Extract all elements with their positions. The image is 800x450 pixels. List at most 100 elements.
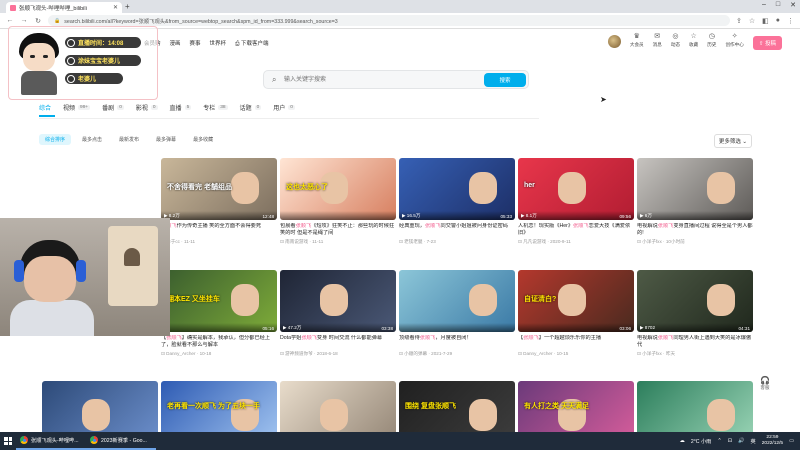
- video-card[interactable]: ▶ 16.5万 05:33 经典重现，张顺飞同交警小姐姐被问身份证密码 ⊡ 老镁老腿 …: [399, 158, 515, 245]
- tab-movie[interactable]: 影视 0: [136, 103, 158, 112]
- upload-button[interactable]: ⇧ 投稿: [752, 36, 782, 50]
- nav-creator-label: 创作中心: [725, 42, 744, 47]
- video-title[interactable]: 电视解说张顺飞变身直播间过程 说得全是个男人都的!: [637, 223, 753, 237]
- video-card[interactable]: 翻本EZ 又坐挂车 05:16 【张顺飞】确实是解本，我承认，但分都已经上了，脸就看…: [161, 270, 277, 357]
- weather-icon[interactable]: ☁: [680, 438, 685, 444]
- video-card[interactable]: ▶ 6万电视解说张顺飞变身直播间过程 说得全是个男人都的! ⊡ 小洋子fxx · …: [637, 158, 753, 245]
- video-title[interactable]: 顶级看待张顺飞，月度被自闭！: [399, 335, 515, 349]
- new-tab-icon[interactable]: +: [125, 2, 130, 11]
- bookmark-star-icon[interactable]: ☆: [749, 17, 755, 25]
- sort-most-danmaku[interactable]: 最多弹幕: [150, 134, 182, 145]
- customer-service-button[interactable]: 🎧 客服: [760, 376, 770, 391]
- video-author[interactable]: ⊡ 亦于cc · 11-11: [161, 239, 277, 245]
- sort-newest[interactable]: 最新发布: [113, 134, 145, 145]
- video-author[interactable]: ⊡ 小洋子fxx · 昨天: [637, 351, 753, 357]
- video-author[interactable]: ⊡ 老镁老腿 · 7-23: [399, 239, 515, 245]
- notification-icon[interactable]: ▭: [789, 438, 794, 444]
- menu-icon[interactable]: ⋮: [787, 17, 794, 25]
- sort-default[interactable]: 综合排序: [39, 134, 72, 145]
- video-thumbnail[interactable]: ▶ 8702 04:31: [637, 270, 753, 332]
- avatar[interactable]: [607, 35, 621, 48]
- maximize-icon[interactable]: □: [776, 1, 780, 9]
- video-thumbnail[interactable]: 这也太恶心了: [280, 158, 396, 220]
- video-card[interactable]: 顶级看待张顺飞，月度被自闭！ ⊡ 小顺的弹幕 · 2021-7-29: [399, 270, 515, 357]
- tab-bangumi[interactable]: 番剧 0: [102, 103, 124, 112]
- video-title[interactable]: 电视解说张顺飞同理男人街上遇到大笑的是冰爆傲代: [637, 335, 753, 349]
- video-thumbnail[interactable]: ▶ 16.5万 05:33: [399, 158, 515, 220]
- nav-item-worldcup[interactable]: 世界杯: [210, 39, 227, 48]
- input-language[interactable]: 英: [751, 438, 756, 445]
- close-tab-icon[interactable]: ✕: [113, 4, 118, 11]
- video-title[interactable]: 【张顺飞】确实是解本，我承认，但分都已经上了，脸就看不那么与解本: [161, 335, 277, 349]
- forward-icon[interactable]: →: [20, 17, 28, 24]
- video-title[interactable]: 张顺飞作为传奇主播 笑的全方面不会得要死: [161, 223, 277, 237]
- video-thumbnail[interactable]: [399, 270, 515, 332]
- video-title[interactable]: 包晨看张顺飞《短攻》狂笑不止：那些玩的时候狂笑的时 但是不是绳了间: [280, 223, 396, 237]
- lock-icon[interactable]: 🔒: [54, 18, 60, 24]
- nav-messages[interactable]: ✉ 消息: [653, 33, 662, 48]
- nav-creator[interactable]: ✧ 创作中心: [725, 33, 743, 48]
- video-thumbnail[interactable]: 翻本EZ 又坐挂车 05:16: [161, 270, 277, 332]
- video-thumbnail[interactable]: her ▶ 8.1万 09:56: [518, 158, 634, 220]
- reload-icon[interactable]: ↻: [34, 17, 42, 25]
- extensions-icon[interactable]: ◧: [762, 17, 769, 25]
- video-card[interactable]: her ▶ 8.1万 09:56 人机恋！现实版《Her》张顺飞恋爱大技《满爱依旧》 ⊡…: [518, 158, 634, 245]
- tab-article[interactable]: 专栏 38: [203, 103, 228, 112]
- video-thumbnail[interactable]: 自证清白? 03:06: [518, 270, 634, 332]
- nav-history[interactable]: ◷ 历史: [707, 33, 716, 48]
- video-thumbnail[interactable]: ▶ 6万: [637, 158, 753, 220]
- sort-most-favorites[interactable]: 最多收藏: [187, 134, 219, 145]
- share-icon[interactable]: ⇪: [736, 17, 742, 25]
- close-window-icon[interactable]: ✕: [790, 1, 796, 9]
- video-title[interactable]: 经典重现，张顺飞同交警小姐姐被问身份证密码: [399, 223, 515, 237]
- tray-chevron-icon[interactable]: ⌃: [717, 438, 721, 444]
- volume-icon[interactable]: 🔊: [738, 438, 744, 444]
- tab-video[interactable]: 视频 99+: [63, 103, 91, 112]
- browser-tab[interactable]: 张顺飞观头-哔哩哔哩_bilibili ✕: [6, 2, 122, 13]
- video-title[interactable]: Dota学姐张顺飞变身 时间交流 什么都能弹幕: [280, 335, 396, 349]
- taskbar-app-chrome-1[interactable]: 张顺飞观头-哔哩哔...: [16, 432, 86, 450]
- nav-item-manga[interactable]: 漫画: [170, 39, 181, 48]
- video-card[interactable]: ▶ 8702 04:31 电视解说张顺飞同理男人街上遇到大笑的是冰爆傲代 ⊡ 小洋子f…: [637, 270, 753, 357]
- taskbar-app-chrome-2[interactable]: 2023新赛季 - Goo...: [86, 432, 156, 450]
- tab-all[interactable]: 综合: [39, 103, 51, 112]
- nav-item-events[interactable]: 赛事: [190, 39, 201, 48]
- video-author[interactable]: ⊡ 小顺的弹幕 · 2021-7-29: [399, 351, 515, 357]
- video-author[interactable]: ⊡ 凡凡说游戏 · 2020-9-11: [518, 239, 634, 245]
- video-card[interactable]: ▶ 47.2万 03:38 Dota学姐张顺飞变身 时间交流 什么都能弹幕 ⊡ 游神频…: [280, 270, 396, 357]
- tab-live[interactable]: 直播 5: [170, 103, 192, 112]
- url-text[interactable]: search.bilibili.com/all?keyword=张顺飞观头&fr…: [64, 17, 338, 25]
- video-thumbnail[interactable]: ▶ 47.2万 03:38: [280, 270, 396, 332]
- video-thumbnail[interactable]: 不舍得看完 老舗组品 ▶ 8.2万 12:48: [161, 158, 277, 220]
- nav-item-download[interactable]: ⎙ 下载客户端: [235, 39, 268, 48]
- nav-favorites[interactable]: ☆ 收藏: [689, 33, 698, 48]
- clock[interactable]: 22:59 2022/12/5: [762, 435, 783, 447]
- search-input[interactable]: [284, 74, 474, 86]
- weather-text[interactable]: 2°C 小雨: [691, 438, 712, 445]
- download-label: 下载客户端: [241, 41, 269, 47]
- video-author[interactable]: ⊡ 南南说游戏 · 11-11: [280, 239, 396, 245]
- video-author[interactable]: ⊡ 小洋子fxx · 10小时前: [637, 239, 753, 245]
- video-card[interactable]: 自证清白? 03:06 【张顺飞】一个超越烦乐乐你的主播 ⊡ Danny_Archer…: [518, 270, 634, 357]
- video-card[interactable]: 不舍得看完 老舗组品 ▶ 8.2万12:48 张顺飞作为传奇主播 笑的全方面不会得要…: [161, 158, 277, 245]
- nav-vip[interactable]: ♛ 大会员: [630, 33, 644, 48]
- search-button[interactable]: 搜索: [484, 73, 526, 87]
- tab-topic[interactable]: 话题 0: [240, 103, 262, 112]
- sort-most-views[interactable]: 最多点击: [76, 134, 108, 145]
- nav-dynamics[interactable]: ◎ 动态: [671, 33, 680, 48]
- video-card[interactable]: 这也太恶心了包晨看张顺飞《短攻》狂笑不止：那些玩的时候狂笑的时 但是不是绳了间 ⊡…: [280, 158, 396, 245]
- video-title[interactable]: 人机恋！现实版《Her》张顺飞恋爱大技《满爱依旧》: [518, 223, 634, 237]
- video-author[interactable]: ⊡ Danny_Archer · 10-15: [518, 351, 634, 357]
- video-author[interactable]: ⊡ Danny_Archer · 10-18: [161, 351, 277, 357]
- more-filter-button[interactable]: 更多筛选 ⌄: [713, 134, 752, 148]
- minimize-icon[interactable]: –: [762, 1, 766, 9]
- network-icon[interactable]: ⊡: [728, 438, 732, 444]
- back-icon[interactable]: ←: [6, 17, 14, 24]
- url-bar[interactable]: 🔒 search.bilibili.com/all?keyword=张顺飞观头&…: [48, 15, 730, 26]
- video-title[interactable]: 【张顺飞】一个超越烦乐乐你的主播: [518, 335, 634, 349]
- tab-user[interactable]: 用户 0: [273, 103, 295, 112]
- profile-icon[interactable]: ●: [776, 17, 780, 25]
- view-count: ▶ 47.2万: [283, 325, 302, 330]
- start-button[interactable]: [0, 432, 16, 450]
- video-author[interactable]: ⊡ 游神频道你爷 · 2018-6-18: [280, 351, 396, 357]
